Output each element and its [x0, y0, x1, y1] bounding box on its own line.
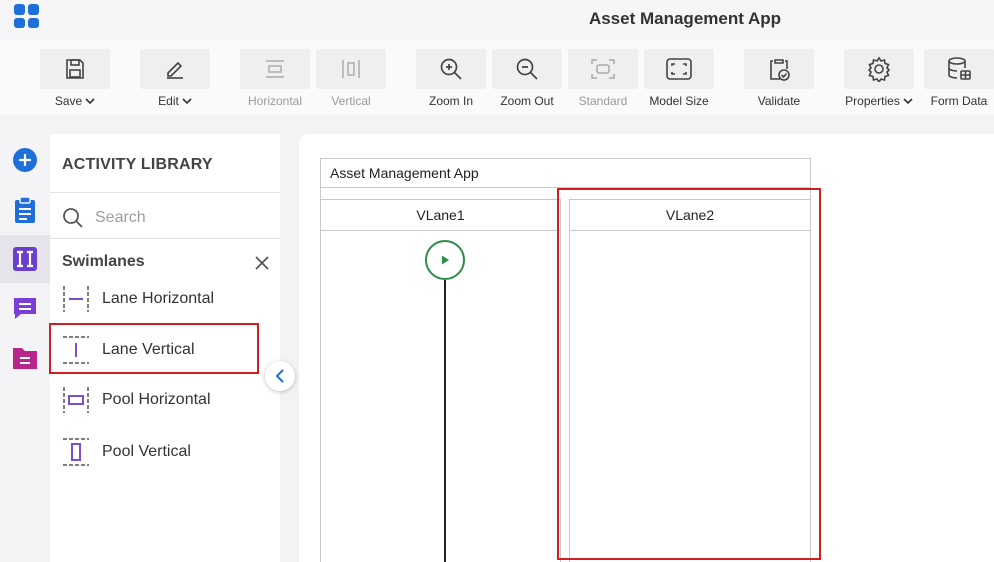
zoom-out-label: Zoom Out [500, 94, 554, 108]
library-title: ACTIVITY LIBRARY [62, 156, 213, 173]
collapse-panel-button[interactable] [265, 361, 295, 391]
horizontal-button[interactable]: Horizontal [240, 49, 310, 111]
model-size-label: Model Size [649, 94, 709, 108]
lib-item-label: Pool Horizontal [102, 391, 211, 408]
rail-document-button[interactable] [0, 334, 50, 382]
chevron-left-icon [275, 369, 284, 383]
edit-icon [167, 61, 183, 79]
zoom-in-label: Zoom In [428, 94, 473, 108]
zoom-out-button[interactable]: Zoom Out [492, 49, 562, 111]
zoom-out-icon [516, 58, 538, 80]
toolbar: Save Edit Horizontal Vertical Zoom In Zo… [0, 39, 994, 115]
divider [50, 192, 280, 193]
swimlane-icon [13, 247, 37, 271]
section-title: Swimlanes [62, 253, 145, 270]
lib-item-label: Pool Vertical [102, 443, 191, 460]
rail-chat-button[interactable] [0, 284, 50, 332]
validate-button[interactable]: Validate [744, 49, 814, 111]
app-launcher-icon[interactable] [14, 4, 40, 28]
form-data-button[interactable]: Form Data [924, 49, 994, 111]
properties-button[interactable]: Properties [844, 49, 914, 111]
database-icon [948, 57, 971, 80]
standard-label: Standard [578, 94, 628, 108]
model-size-button[interactable]: Model Size [644, 49, 714, 111]
horizontal-label: Horizontal [247, 94, 303, 108]
edit-label: Edit [158, 94, 179, 108]
clipboard-icon [15, 196, 35, 223]
app-title: Asset Management App [588, 9, 782, 28]
chevron-down-icon [182, 98, 192, 105]
rail-clipboard-button[interactable] [0, 186, 50, 234]
properties-label: Properties [845, 94, 900, 108]
close-icon[interactable] [254, 255, 270, 271]
lane-title: VLane1 [416, 207, 465, 223]
vertical-icon [342, 60, 360, 78]
standard-button[interactable]: Standard [568, 49, 638, 111]
vlane2-highlight [557, 188, 821, 560]
add-icon [13, 148, 37, 172]
form-data-label: Form Data [930, 94, 988, 108]
chevron-down-icon [903, 98, 913, 105]
lane-vertical-highlight [49, 323, 259, 374]
divider [50, 238, 280, 239]
zoom-in-icon [440, 58, 462, 80]
save-button[interactable]: Save [40, 49, 110, 111]
vertical-label: Vertical [331, 94, 371, 108]
validate-label: Validate [757, 94, 801, 108]
pool-horizontal-icon [63, 387, 89, 413]
model-size-icon [666, 58, 692, 80]
library-item-pool-vertical[interactable]: Pool Vertical [50, 427, 280, 477]
rail-swimlane-button[interactable] [0, 235, 50, 283]
pool-title: Asset Management App [330, 165, 479, 181]
edit-button[interactable]: Edit [140, 49, 210, 111]
lane-horizontal-icon [63, 286, 89, 312]
lib-item-label: Lane Horizontal [102, 290, 215, 307]
chat-icon [14, 298, 36, 319]
standard-icon [591, 59, 615, 79]
left-rail [0, 134, 50, 562]
chevron-down-icon [85, 98, 95, 105]
zoom-in-button[interactable]: Zoom In [416, 49, 486, 111]
sequence-flow[interactable] [444, 280, 446, 562]
validate-icon [770, 59, 790, 81]
rail-add-button[interactable] [0, 136, 50, 184]
save-label: Save [54, 94, 83, 108]
pool-vertical-icon [63, 438, 89, 466]
search-input[interactable] [95, 206, 265, 230]
vertical-button[interactable]: Vertical [316, 49, 386, 111]
library-item-lane-horizontal[interactable]: Lane Horizontal [50, 274, 280, 324]
horizontal-icon [266, 60, 284, 78]
search-icon [62, 207, 84, 234]
gear-icon [867, 56, 891, 82]
start-event[interactable] [425, 240, 465, 280]
divider [321, 230, 560, 231]
save-icon [66, 59, 84, 79]
play-icon [442, 255, 449, 265]
app-header: Asset Management App [0, 0, 994, 39]
document-icon [13, 348, 37, 369]
library-item-pool-horizontal[interactable]: Pool Horizontal [50, 375, 280, 425]
